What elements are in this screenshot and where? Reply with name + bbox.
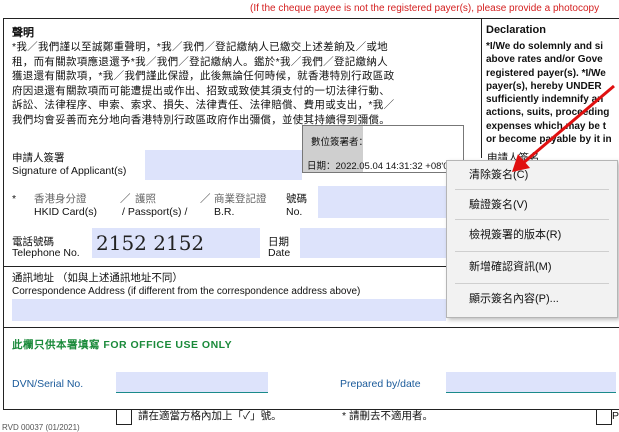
id-number-zh: 號碼 — [286, 193, 307, 205]
footer-partial-text: P — [612, 410, 619, 422]
footer-checkbox-right[interactable] — [596, 409, 612, 425]
prepared-field[interactable] — [446, 372, 616, 392]
prepared-underline — [446, 392, 616, 393]
signature-context-menu: 清除簽名(C) 驗證簽名(V) 檢視簽署的版本(R) 新增確認資訊(M) 顯示簽… — [446, 160, 618, 318]
declaration-zh-line: 獲退還有關款項，*我／我們謹此保證，此後無論任何時候，就香港特別行政區政 — [12, 70, 395, 82]
phone-field[interactable]: 2152 2152 — [92, 228, 260, 258]
slash-1: ／ — [120, 193, 131, 205]
digital-signer-label: 數位簽署者： — [311, 137, 369, 148]
menu-separator — [455, 251, 609, 252]
signature-date: 日期：2022.05.04 14:31:32 +08'00' — [307, 161, 456, 172]
id-number-en: No. — [286, 206, 303, 218]
address-label-zh: 通訊地址 （如與上述通訊地址不同） — [12, 272, 183, 284]
menu-separator — [455, 219, 609, 220]
form-code: RVD 00037 (01/2021) — [2, 423, 80, 432]
id-star: * — [12, 193, 17, 205]
delete-note: * 請刪去不適用者。 — [342, 410, 434, 422]
declaration-en-title: Declaration — [486, 24, 546, 36]
address-field[interactable] — [12, 299, 446, 321]
passport-en: / Passport(s) / — [122, 206, 188, 218]
signature-label-en: Signature of Applicant(s) — [12, 165, 127, 177]
signature-field[interactable] — [145, 150, 302, 180]
id-number-field[interactable] — [318, 186, 446, 218]
br-en: B.R. — [214, 206, 235, 218]
menu-item-view-signed-version[interactable]: 檢視簽署的版本(R) — [447, 223, 617, 247]
date-label-en: Date — [268, 247, 291, 259]
declaration-zh-line: 訴訟、法律程序、申索、索求、損失、法律責任、法律賠償、費用或支出，*我／ — [12, 99, 395, 111]
declaration-en-line: above rates and/or Gove — [486, 54, 603, 66]
signature-label-zh: 申請人簽署 — [12, 152, 65, 164]
slash-2: ／ — [200, 193, 211, 205]
declaration-zh-title: 聲明 — [12, 27, 34, 39]
address-label-en: Correspondence Address (if different fro… — [12, 286, 361, 297]
annotation-arrow-icon — [512, 84, 615, 172]
prepared-label: Prepared by/date — [340, 378, 421, 390]
menu-item-show-signature-properties[interactable]: 顯示簽名內容(P)... — [447, 287, 617, 311]
declaration-zh-line: 租，而有關款項應退還予*我／我們／登記繳納人。鑑於*我／我們／登記繳納人 — [12, 55, 388, 68]
declaration-zh-line: *我／我們謹以至誠鄭重聲明，*我／我們／登記繳納人已繳交上述差餉及／或地 — [12, 41, 388, 53]
phone-value: 2152 2152 — [96, 231, 205, 255]
menu-item-validate-signature[interactable]: 驗證簽名(V) — [447, 193, 617, 217]
date-field[interactable] — [300, 228, 446, 258]
address-bottom-line — [3, 327, 619, 328]
br-zh: 商業登記證 — [214, 193, 267, 205]
phone-label-en: Telephone No. — [12, 247, 80, 259]
dvn-underline — [116, 392, 268, 393]
tick-checkbox[interactable] — [116, 409, 132, 425]
passport-zh: 護照 — [135, 193, 156, 205]
column-divider — [481, 18, 482, 158]
menu-item-add-verification-info[interactable]: 新增確認資訊(M) — [447, 255, 617, 279]
declaration-en-line: registered payer(s). *I/We — [486, 67, 606, 79]
dvn-label: DVN/Serial No. — [12, 378, 84, 390]
hkid-en: HKID Card(s) — [34, 206, 98, 218]
declaration-zh-text: *我／我們謹以至誠鄭重聲明，*我／我們／登記繳納人已繳交上述差餉及／或地 租，而… — [12, 40, 474, 127]
office-use-title: 此欄只供本署填寫 FOR OFFICE USE ONLY — [12, 339, 233, 351]
menu-separator — [455, 283, 609, 284]
digital-signature-box[interactable]: 數位簽署者： 日期：2022.05.04 14:31:32 +08'00' — [302, 125, 464, 173]
hkid-zh: 香港身分證 — [34, 193, 87, 205]
payee-notice: (If the cheque payee is not the register… — [250, 3, 600, 14]
address-top-line — [3, 266, 446, 267]
dvn-field[interactable] — [116, 372, 268, 392]
tick-note: 請在適當方格內加上「✓」號。 — [138, 410, 282, 422]
menu-separator — [455, 189, 609, 190]
declaration-zh-line: 府因退還有關款項而可能遭提出或作出、招致或致使其須支付的一切法律行動、 — [12, 84, 390, 97]
declaration-en-line: *I/We do solemnly and si — [486, 41, 604, 52]
